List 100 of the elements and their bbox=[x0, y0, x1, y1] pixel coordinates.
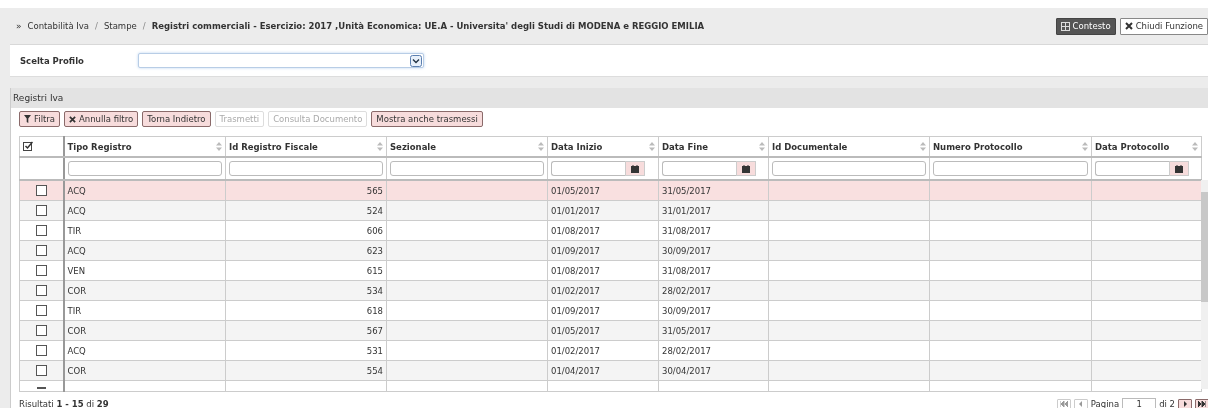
calendar-icon bbox=[631, 164, 639, 173]
table-cell: COR bbox=[67, 365, 87, 376]
page-count: di 2 bbox=[1159, 399, 1175, 408]
sort-icon[interactable] bbox=[377, 142, 383, 151]
table-cell: ACQ bbox=[67, 205, 86, 216]
sort-icon[interactable] bbox=[216, 142, 222, 151]
breadcrumb-separator: / bbox=[142, 21, 146, 31]
column-header[interactable]: Sezionale bbox=[390, 141, 437, 152]
table-cell: 01/05/2017 bbox=[551, 325, 600, 336]
table-cell: 30/09/2017 bbox=[662, 305, 711, 316]
sort-icon[interactable] bbox=[538, 142, 544, 151]
table-cell: 534 bbox=[366, 285, 383, 296]
context-button[interactable]: Contesto bbox=[1055, 17, 1116, 35]
close-icon bbox=[69, 115, 77, 123]
row-checkbox[interactable] bbox=[35, 365, 47, 376]
filter-field[interactable] bbox=[772, 161, 926, 176]
table-cell: 554 bbox=[366, 365, 383, 376]
toolbar-button[interactable]: Mostra anche trasmessi bbox=[371, 111, 483, 127]
toolbar-button[interactable]: Torna Indietro bbox=[142, 111, 211, 127]
table-cell: VEN bbox=[67, 265, 86, 276]
table-cell: COR bbox=[67, 285, 87, 296]
table-cell: 31/01/2017 bbox=[662, 205, 711, 216]
panel-title: Registri Iva bbox=[11, 88, 1208, 108]
table-cell: ACQ bbox=[67, 245, 86, 256]
table-cell: ACQ bbox=[67, 185, 86, 196]
table-cell: TIR bbox=[67, 225, 82, 236]
sort-icon[interactable] bbox=[759, 142, 765, 151]
table-cell: 30/04/2017 bbox=[662, 365, 711, 376]
calendar-button[interactable] bbox=[625, 161, 645, 176]
close-function-button[interactable]: Chiudi Funzione bbox=[1119, 17, 1208, 35]
breadcrumb-item[interactable]: Contabilità Iva bbox=[27, 21, 90, 31]
row-checkbox[interactable] bbox=[35, 225, 47, 236]
table-cell: 606 bbox=[366, 225, 383, 236]
table-cell: 01/01/2017 bbox=[551, 205, 600, 216]
table-cell: 531 bbox=[366, 345, 383, 356]
filter-field[interactable] bbox=[933, 161, 1088, 176]
filter-icon bbox=[24, 115, 31, 123]
table-cell: 01/09/2017 bbox=[551, 245, 600, 256]
toolbar-button[interactable]: Annulla filtro bbox=[64, 111, 139, 127]
row-checkbox[interactable] bbox=[35, 325, 47, 336]
calendar-button[interactable] bbox=[736, 161, 756, 176]
next-icon bbox=[1182, 401, 1188, 407]
table-cell: 01/04/2017 bbox=[551, 365, 600, 376]
row-checkbox[interactable] bbox=[35, 185, 47, 196]
filter-field[interactable] bbox=[229, 161, 383, 176]
last-page-button[interactable] bbox=[1195, 398, 1208, 408]
table-cell: 01/05/2017 bbox=[551, 185, 600, 196]
results-count: Risultati 1 - 15 di 29 bbox=[19, 399, 109, 408]
row-checkbox[interactable] bbox=[35, 345, 47, 356]
table-cell: 01/02/2017 bbox=[551, 345, 600, 356]
table-cell: 31/08/2017 bbox=[662, 265, 711, 276]
row-checkbox[interactable] bbox=[35, 205, 47, 216]
table-cell: 524 bbox=[366, 205, 383, 216]
table-cell: 615 bbox=[366, 265, 383, 276]
date-filter-field[interactable] bbox=[1095, 161, 1169, 176]
filter-field[interactable] bbox=[67, 161, 222, 176]
sort-icon[interactable] bbox=[1192, 142, 1198, 151]
calendar-icon bbox=[742, 164, 750, 173]
sort-icon[interactable] bbox=[920, 142, 926, 151]
sort-icon[interactable] bbox=[1082, 142, 1088, 151]
row-checkbox[interactable] bbox=[35, 305, 47, 316]
page-field[interactable]: 1 bbox=[1122, 398, 1157, 408]
table-cell: ACQ bbox=[67, 345, 86, 356]
scrollbar[interactable] bbox=[1201, 180, 1208, 389]
table-cell: 31/08/2017 bbox=[662, 225, 711, 236]
table-cell: 01/02/2017 bbox=[551, 285, 600, 296]
table-cell: 31/05/2017 bbox=[662, 185, 711, 196]
select-all-icon[interactable] bbox=[23, 140, 33, 151]
table-cell: COR bbox=[67, 325, 87, 336]
table-cell: 30/09/2017 bbox=[662, 245, 711, 256]
first-page-icon bbox=[1059, 401, 1068, 407]
profile-select[interactable] bbox=[138, 53, 424, 68]
breadcrumb-item: Registri commerciali - Esercizio: 2017 ,Unità Economica: UE.A - Universita' degli Studi di MODENA e REGGIO EMILIA bbox=[151, 21, 705, 31]
previous-icon bbox=[1078, 401, 1084, 407]
calendar-icon bbox=[1175, 164, 1183, 173]
date-filter-field[interactable] bbox=[662, 161, 736, 176]
table-cell: 01/08/2017 bbox=[551, 225, 600, 236]
table-cell: 623 bbox=[366, 245, 383, 256]
table-cell: 01/09/2017 bbox=[551, 305, 600, 316]
chevron-icon: » bbox=[16, 21, 22, 31]
table-cell: 31/05/2017 bbox=[662, 325, 711, 336]
breadcrumb-separator: / bbox=[95, 21, 98, 31]
row-checkbox[interactable] bbox=[35, 265, 47, 276]
table-cell: TIR bbox=[67, 305, 82, 316]
profile-label: Scelta Profilo bbox=[19, 55, 85, 66]
calendar-button[interactable] bbox=[1169, 161, 1189, 176]
grid-icon bbox=[1060, 21, 1070, 31]
table-cell: 28/02/2017 bbox=[662, 345, 711, 356]
breadcrumb-item[interactable]: Stampe bbox=[103, 21, 137, 31]
table-cell: 565 bbox=[366, 185, 383, 196]
last-page-icon bbox=[1198, 401, 1206, 407]
toolbar-button[interactable]: Filtra bbox=[19, 111, 61, 127]
table-cell: 28/02/2017 bbox=[662, 285, 711, 296]
sort-icon[interactable] bbox=[649, 142, 655, 151]
date-filter-field[interactable] bbox=[551, 161, 625, 176]
row-checkbox[interactable] bbox=[35, 245, 47, 256]
filter-field[interactable] bbox=[390, 161, 544, 176]
table-cell: 01/08/2017 bbox=[551, 265, 600, 276]
next-page-button[interactable] bbox=[1178, 398, 1192, 408]
row-checkbox[interactable] bbox=[35, 285, 47, 296]
